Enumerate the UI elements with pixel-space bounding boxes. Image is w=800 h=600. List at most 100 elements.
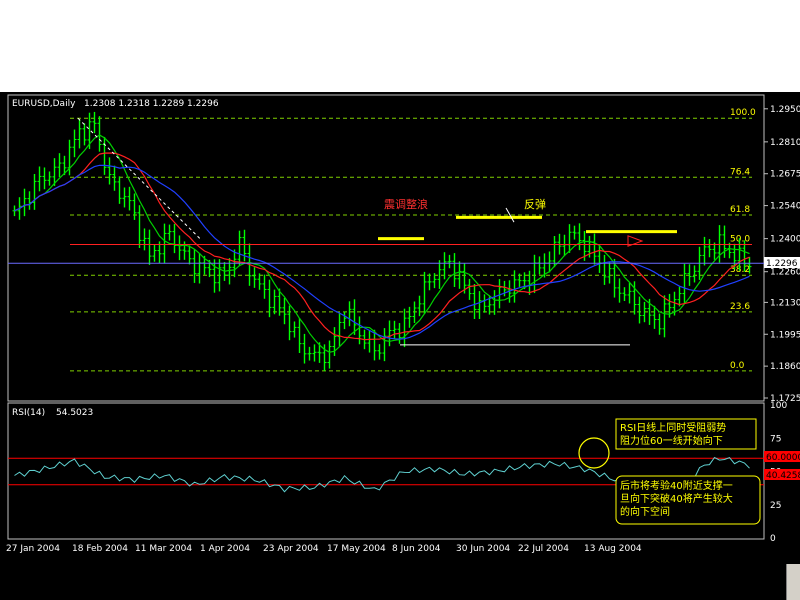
candle [602, 254, 607, 285]
candle [627, 282, 632, 304]
candle [377, 344, 382, 360]
candle [337, 312, 342, 347]
current-price-label: 1.2296 [766, 259, 798, 269]
candle [567, 224, 572, 253]
candle [77, 119, 82, 149]
x-tick-label: 13 Aug 2004 [584, 544, 642, 554]
candle [607, 261, 612, 284]
candle [212, 259, 217, 293]
x-tick-label: 11 Mar 2004 [135, 544, 192, 554]
candle [197, 253, 202, 284]
candle [702, 236, 707, 266]
y-tick-label: 1.1860 [770, 362, 800, 372]
scroll-corner[interactable] [786, 564, 800, 600]
candle [102, 136, 107, 175]
candle [387, 320, 392, 347]
candle [492, 290, 497, 315]
candle [37, 166, 42, 192]
rsi-note-2-line-3: 的向下空间 [620, 505, 670, 518]
rsi-60-label: 60.0000 [766, 453, 800, 463]
candle [107, 157, 112, 185]
candle [662, 295, 667, 338]
consolidation-annotation: 震调整浪 [384, 197, 428, 211]
fib-level-label: 100.0 [730, 108, 756, 118]
rsi-40-label: 40.4258 [766, 471, 800, 481]
candle [327, 340, 332, 369]
y-tick-label: 1.2400 [770, 235, 800, 245]
candle [292, 321, 297, 338]
candle [32, 173, 37, 210]
x-tick-label: 18 Feb 2004 [72, 544, 128, 554]
candle [382, 328, 387, 362]
candle [72, 129, 77, 158]
candle [497, 279, 502, 309]
candle [422, 271, 427, 314]
candle [227, 258, 232, 285]
candle [532, 254, 537, 294]
candle [252, 267, 257, 288]
rsi-tick-label: 75 [770, 434, 781, 444]
symbol-header: EURUSD,Daily [12, 99, 76, 109]
candle [147, 229, 152, 265]
candle [92, 111, 97, 134]
candle [437, 260, 442, 289]
rsi-value: 54.5023 [56, 408, 93, 418]
candle [572, 225, 577, 240]
candle [712, 242, 717, 260]
candle [452, 253, 457, 287]
candle [122, 187, 127, 208]
candle [167, 224, 172, 241]
candle [47, 171, 52, 186]
candle [142, 228, 147, 251]
rsi-note-1-line-1: RSI日线上同时受阻弱势 [620, 421, 726, 434]
price-chart-canvas: 100.076.461.850.038.223.60.0 1.29501.281… [6, 94, 800, 554]
rsi-note-1-line-2: 阻力位60一线开始向下 [620, 434, 723, 447]
trading-terminal: 100.076.461.850.038.223.60.0 1.29501.281… [0, 92, 800, 600]
candle [392, 320, 397, 339]
candle [477, 291, 482, 320]
fib-level-label: 76.4 [730, 167, 750, 177]
y-tick-label: 1.2260 [770, 268, 800, 278]
y-tick-label: 1.2810 [770, 138, 800, 148]
candle [287, 305, 292, 341]
candle [347, 301, 352, 327]
candle [127, 186, 132, 211]
candle [617, 278, 622, 303]
candle [282, 297, 287, 325]
x-tick-label: 23 Apr 2004 [263, 544, 319, 554]
candle [682, 263, 687, 304]
fib-level-label: 61.8 [730, 205, 750, 215]
candle [592, 233, 597, 265]
rsi-note-2-line-1: 后市将考验40附近支撑一 [620, 479, 733, 492]
candle [272, 289, 277, 315]
rsi-tick-label: 100 [770, 401, 787, 411]
candle [27, 191, 32, 210]
candle [407, 306, 412, 328]
candle [187, 245, 192, 265]
y-tick-label: 1.2675 [770, 170, 800, 180]
candle [312, 344, 317, 362]
candle [727, 242, 732, 259]
candle [117, 176, 122, 204]
candle [192, 249, 197, 283]
x-tick-label: 27 Jan 2004 [6, 544, 60, 554]
rsi-tick-label: 0 [770, 534, 776, 544]
candle [622, 287, 627, 301]
rsi-title: RSI(14) [12, 408, 45, 418]
y-tick-label: 1.2540 [770, 202, 800, 212]
candle [657, 313, 662, 335]
candle [237, 230, 242, 267]
candle [162, 223, 167, 264]
fib-level-label: 0.0 [730, 361, 745, 371]
fib-level-label: 23.6 [730, 302, 750, 312]
candle [307, 346, 312, 361]
candle [417, 295, 422, 317]
candle [42, 167, 47, 190]
candle [482, 294, 487, 313]
y-tick-label: 1.2950 [770, 105, 800, 115]
rsi-note-2-line-2: 旦向下突破40将产生较大 [620, 492, 733, 505]
candle [637, 296, 642, 324]
candle [447, 254, 452, 269]
ohlc-header: 1.2308 1.2318 1.2289 1.2296 [84, 99, 219, 109]
candle [577, 223, 582, 251]
